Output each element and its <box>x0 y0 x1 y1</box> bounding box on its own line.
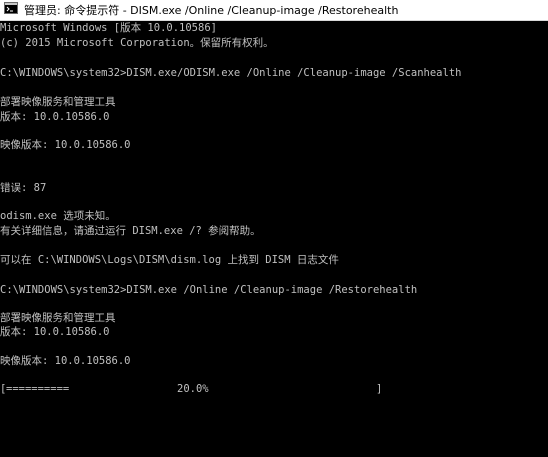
console-line: 映像版本: 10.0.10586.0 <box>0 355 131 367</box>
progress-percent: 20.0% <box>177 383 209 395</box>
cmd-icon <box>0 1 24 19</box>
console-line: C:\WINDOWS\system32>DISM.exe /Online /Cl… <box>0 284 418 296</box>
console-line: 有关详细信息，请通过运行 DISM.exe /? 参阅帮助。 <box>0 225 261 237</box>
console-line: 部署映像服务和管理工具 <box>0 312 116 324</box>
console-line: C:\WINDOWS\system32>DISM.exe/ODISM.exe /… <box>0 67 462 79</box>
console-line: odism.exe 选项未知。 <box>0 210 116 222</box>
title-bar[interactable]: 管理员: 命令提示符 - DISM.exe /Online /Cleanup-i… <box>0 0 548 21</box>
console-line: 可以在 C:\WINDOWS\Logs\DISM\dism.log 上找到 DI… <box>0 254 339 266</box>
console-line: 错误: 87 <box>0 182 47 194</box>
console-output[interactable]: Microsoft Windows [版本 10.0.10586] (c) 20… <box>0 21 548 457</box>
console-line: 映像版本: 10.0.10586.0 <box>0 139 131 151</box>
console-line: 部署映像服务和管理工具 <box>0 96 116 108</box>
progress-bar-fill: ========== <box>6 383 70 395</box>
progress-bracket-close: ] <box>376 383 383 395</box>
console-line: 版本: 10.0.10586.0 <box>0 111 110 123</box>
console-line: Microsoft Windows [版本 10.0.10586] <box>0 22 217 34</box>
command-prompt-window[interactable]: 管理员: 命令提示符 - DISM.exe /Online /Cleanup-i… <box>0 0 548 457</box>
console-line: 版本: 10.0.10586.0 <box>0 326 110 338</box>
console-line: (c) 2015 Microsoft Corporation。保留所有权利。 <box>0 37 274 49</box>
window-title: 管理员: 命令提示符 - DISM.exe /Online /Cleanup-i… <box>24 4 399 17</box>
